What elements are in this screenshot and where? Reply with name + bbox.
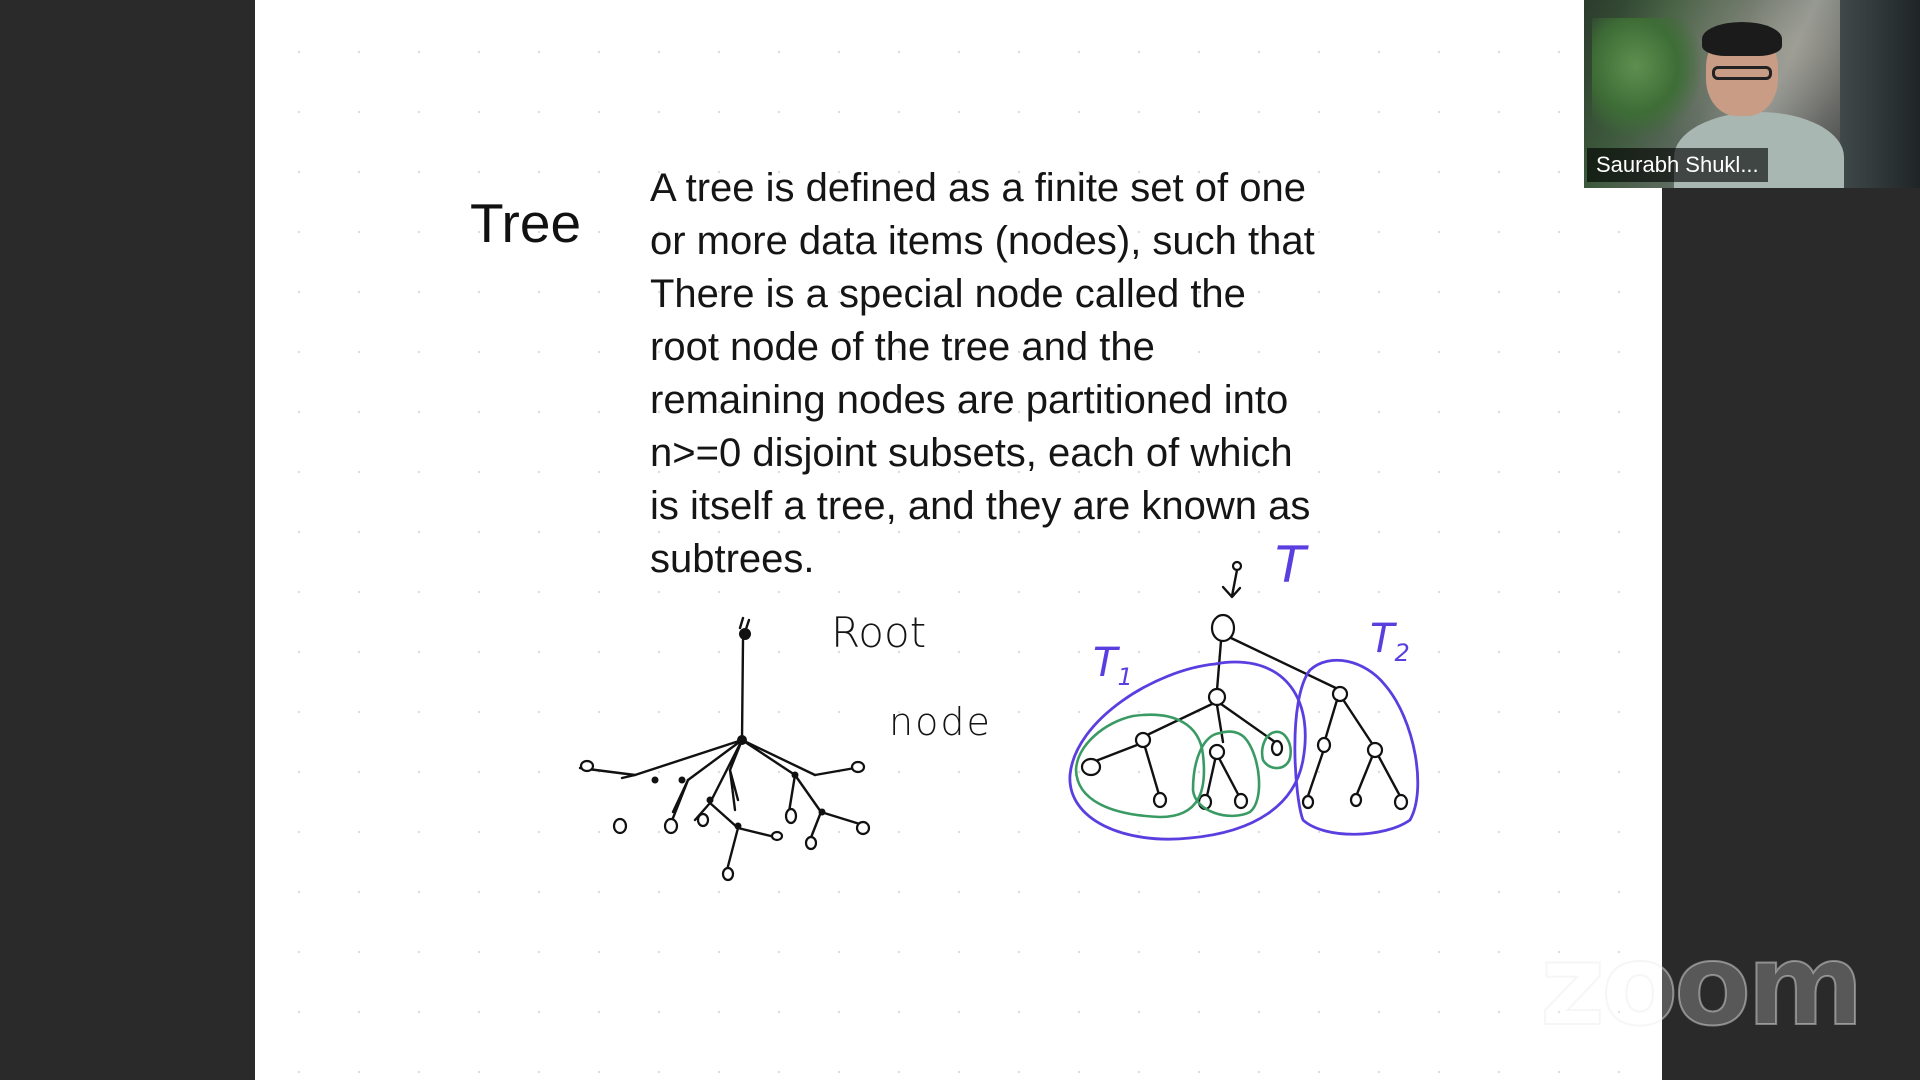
root-tree-sketch [578,616,871,882]
participant-name-tag: Saurabh Shukl... [1587,148,1768,182]
participant-glasses [1712,66,1772,80]
shared-slide: Tree A tree is defined as a finite set o… [255,0,1662,1080]
subtree-2-label: T2 [1370,616,1410,667]
root-label: Root [831,608,927,657]
video-background-right [1840,0,1920,188]
subtree-sketch [1068,560,1420,841]
plant-image [1592,18,1702,138]
subtree-1-letter: T [1093,640,1118,686]
handwritten-annotations [578,560,1420,882]
subtree-1-subscript: 1 [1117,663,1133,691]
node-label: node [889,700,992,744]
subtree-1-label: T1 [1093,640,1133,691]
zoom-watermark-logo: zoom [1539,921,1865,1051]
subtree-2-subscript: 2 [1394,639,1410,667]
subtree-2-letter: T [1370,616,1395,662]
participant-hair [1702,22,1782,56]
tree-label: T [1275,536,1306,594]
